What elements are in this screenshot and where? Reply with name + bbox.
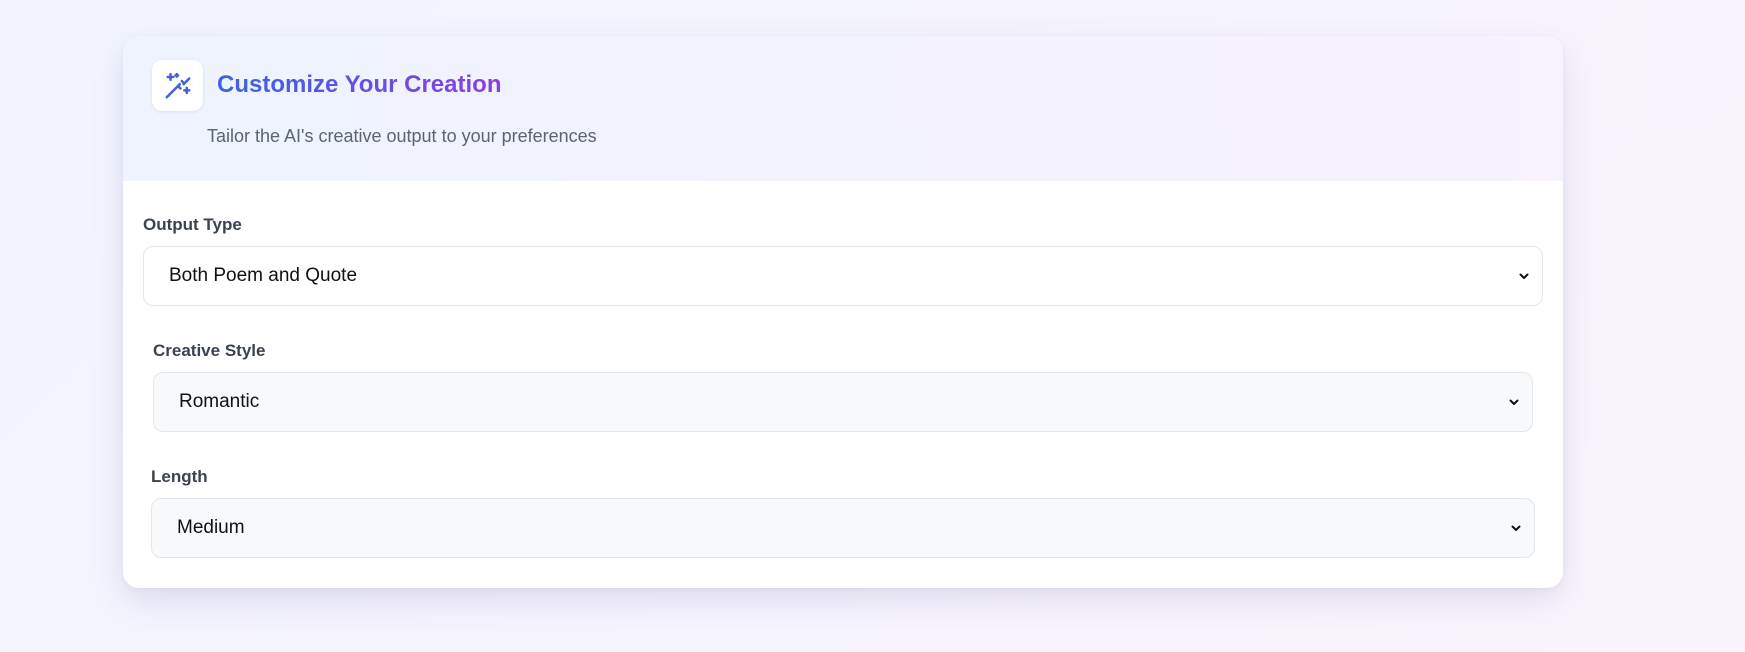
creative-style-label: Creative Style bbox=[153, 341, 266, 360]
creative-style-select[interactable]: Romantic bbox=[153, 372, 1533, 432]
page-subtitle: Tailor the AI's creative output to your … bbox=[207, 126, 597, 146]
card-header: Customize Your Creation Tailor the AI's … bbox=[123, 36, 1563, 181]
chevron-down-icon bbox=[1519, 273, 1529, 279]
output-type-select[interactable]: Both Poem and Quote bbox=[143, 246, 1543, 306]
magic-wand-icon-box bbox=[152, 60, 203, 111]
creative-style-value: Romantic bbox=[179, 391, 260, 412]
length-value: Medium bbox=[177, 517, 245, 538]
page-title: Customize Your Creation bbox=[217, 67, 501, 103]
customize-card: Customize Your Creation Tailor the AI's … bbox=[123, 36, 1563, 588]
magic-wand-icon bbox=[165, 72, 190, 98]
output-type-value: Both Poem and Quote bbox=[169, 265, 358, 286]
chevron-down-icon bbox=[1511, 525, 1521, 531]
chevron-down-icon bbox=[1509, 399, 1519, 405]
length-select[interactable]: Medium bbox=[151, 498, 1535, 558]
output-type-label: Output Type bbox=[143, 215, 242, 234]
length-label: Length bbox=[151, 467, 208, 486]
